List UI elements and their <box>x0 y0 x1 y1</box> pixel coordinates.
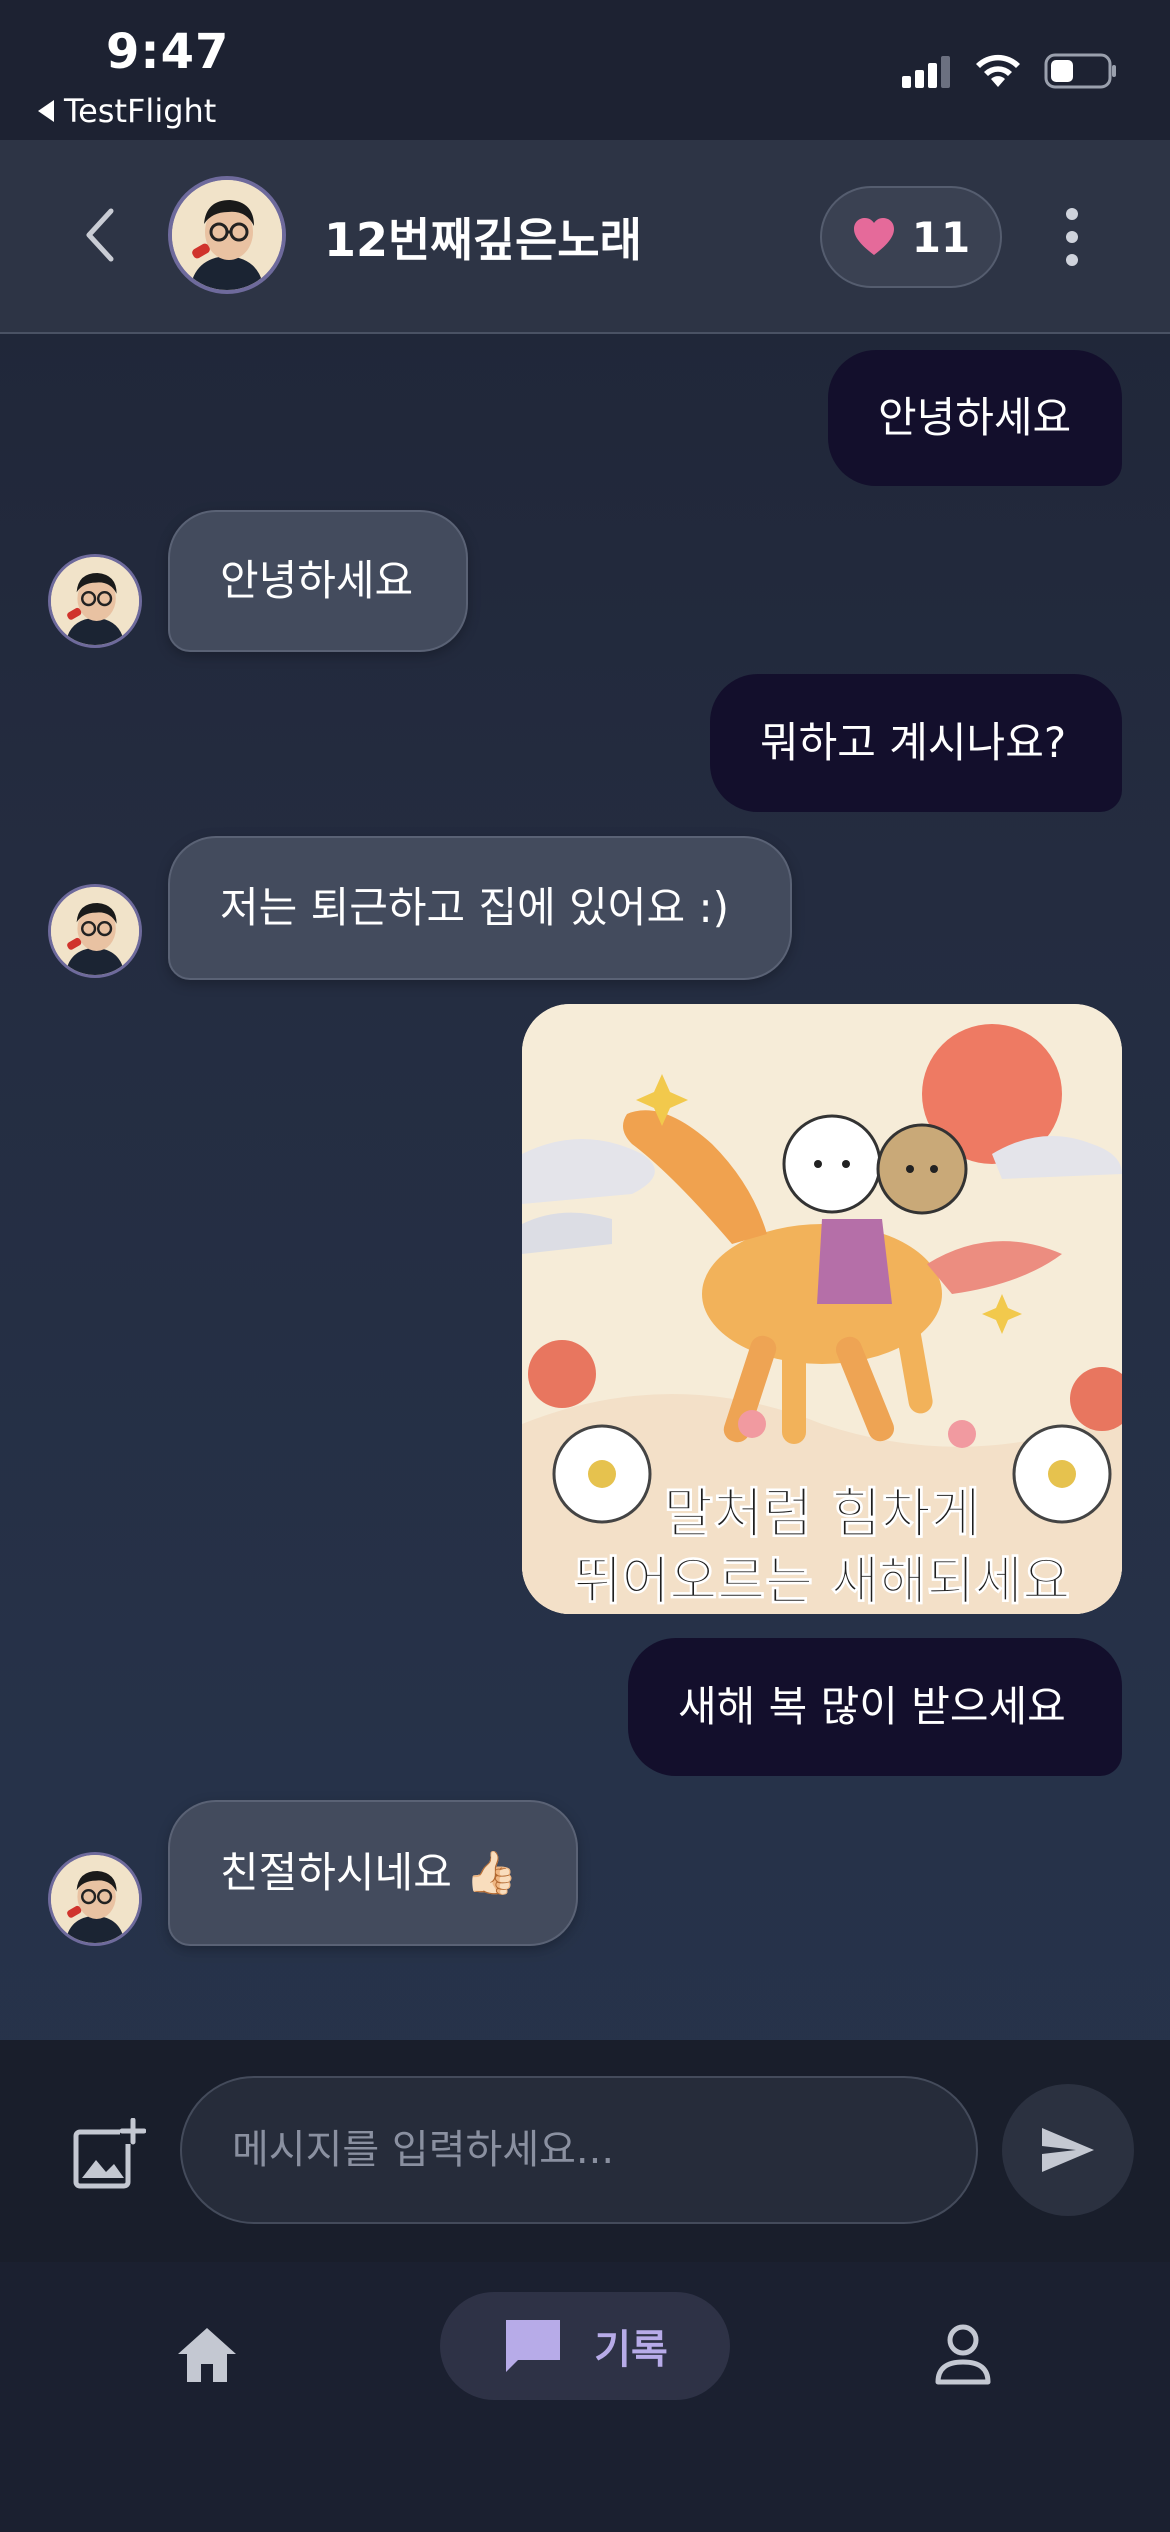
person-photo-icon <box>51 557 139 645</box>
incoming-message[interactable]: 안녕하세요 <box>168 510 468 652</box>
incoming-message[interactable]: 저는 퇴근하고 집에 있어요 :) <box>168 836 792 980</box>
outgoing-message[interactable]: 새해 복 많이 받으세요 <box>628 1638 1122 1776</box>
status-bar: 9:47 TestFlight <box>0 0 1170 140</box>
image-caption-line1: 말처럼 힘차게 <box>663 1481 981 1546</box>
back-chevron-icon <box>86 208 114 262</box>
message-input[interactable] <box>180 2076 978 2224</box>
person-photo-icon <box>172 180 282 290</box>
heart-icon <box>853 218 894 255</box>
person-icon <box>935 2324 991 2385</box>
image-caption-line2: 뛰어오르는 새해되세요 <box>573 1551 1071 1613</box>
chat-header: 12번째깊은노래 11 <box>0 140 1170 334</box>
image-message[interactable]: 말처럼 힘차게 뛰어오르는 새해되세요 <box>522 1004 1122 1614</box>
sender-avatar[interactable] <box>48 884 142 978</box>
wifi-icon <box>976 54 1020 87</box>
sender-avatar[interactable] <box>48 1852 142 1946</box>
status-time: 9:47 <box>106 24 230 80</box>
add-photo-icon <box>73 2117 147 2189</box>
home-icon <box>178 2328 236 2382</box>
nav-history-tab[interactable]: 기록 <box>440 2292 730 2400</box>
person-photo-icon <box>51 887 139 975</box>
attach-image-button[interactable] <box>70 2117 147 2194</box>
nav-history-label: 기록 <box>594 2327 668 2373</box>
back-button[interactable] <box>70 200 130 270</box>
message-composer <box>0 2040 1170 2262</box>
like-count: 11 <box>911 212 971 262</box>
back-triangle-icon <box>38 100 54 122</box>
person-photo-icon <box>51 1855 139 1943</box>
battery-icon <box>1044 53 1116 89</box>
outgoing-message[interactable]: 안녕하세요 <box>828 350 1122 486</box>
chat-bubble-icon <box>506 2320 561 2372</box>
contact-avatar[interactable] <box>168 176 286 294</box>
more-vertical-icon-dot <box>1066 208 1078 220</box>
more-vertical-icon-dot <box>1066 254 1078 266</box>
system-icons <box>902 52 1118 90</box>
like-button[interactable]: 11 <box>820 186 1002 288</box>
chat-title: 12번째깊은노래 <box>324 213 642 267</box>
nav-profile-button[interactable] <box>926 2318 1000 2392</box>
bottom-navigation: 기록 <box>0 2262 1170 2532</box>
outgoing-message[interactable]: 뭐하고 계시나요? <box>710 674 1122 812</box>
more-options-button[interactable] <box>1052 200 1092 274</box>
back-to-app-link[interactable]: TestFlight <box>38 92 216 130</box>
incoming-message[interactable]: 친절하시네요 👍🏻 <box>168 1800 578 1946</box>
more-vertical-icon-dot <box>1066 231 1078 243</box>
send-icon <box>1042 2128 1094 2172</box>
nav-home-button[interactable] <box>170 2318 244 2392</box>
back-app-label: TestFlight <box>64 92 217 130</box>
cellular-signal-icon <box>902 56 950 88</box>
sender-avatar[interactable] <box>48 554 142 648</box>
send-button[interactable] <box>1002 2084 1134 2216</box>
